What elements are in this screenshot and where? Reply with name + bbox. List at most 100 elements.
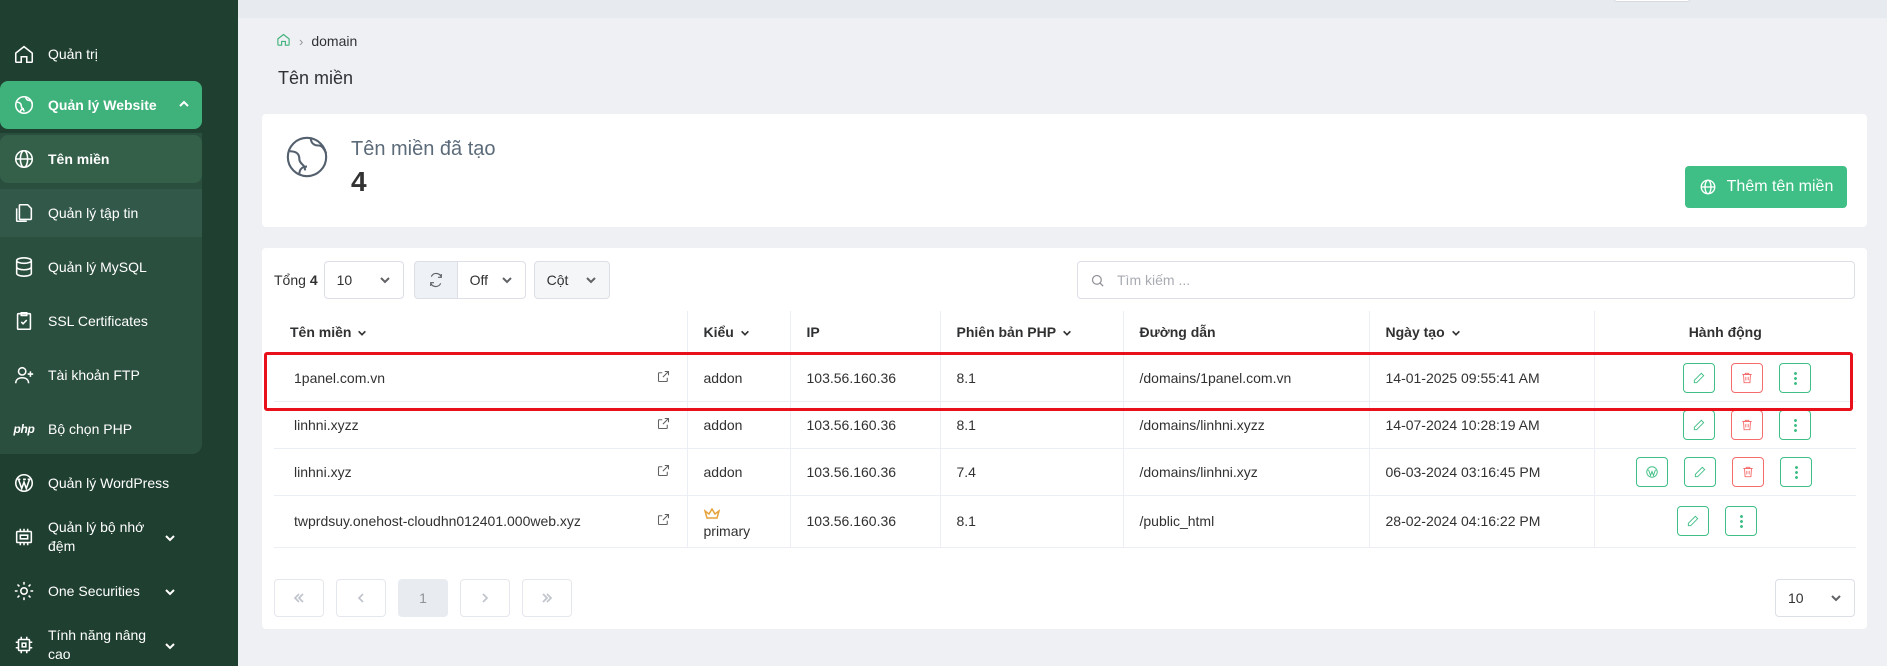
ip-cell: 103.56.160.36 bbox=[789, 448, 940, 496]
gear-icon bbox=[12, 579, 36, 603]
sidebar-item-label: Bộ chọn PHP bbox=[48, 421, 133, 437]
first-page-button[interactable] bbox=[274, 579, 324, 617]
memory-icon bbox=[12, 525, 36, 549]
edit-button[interactable] bbox=[1683, 409, 1716, 440]
trash-icon bbox=[1743, 466, 1753, 477]
chevron-down-icon bbox=[501, 277, 512, 284]
page-button-current[interactable]: 1 bbox=[398, 579, 448, 617]
sidebar-item-label: Quản lý WordPress bbox=[48, 475, 170, 491]
domain-name: twprdsuy.onehost-cloudhn012401.000web.xy… bbox=[294, 513, 581, 529]
globe-outline-icon bbox=[12, 93, 36, 117]
chevron-down-icon bbox=[740, 325, 750, 341]
table-row: 1panel.com.vn addon 103.56.160.36 8.1 /d… bbox=[274, 354, 1856, 402]
header-label: Ngày tạo bbox=[1385, 323, 1445, 340]
last-page-button[interactable] bbox=[522, 579, 572, 617]
page-size-select[interactable]: 10 bbox=[323, 261, 404, 299]
add-domain-button[interactable]: Thêm tên miền bbox=[1685, 166, 1847, 208]
more-button[interactable] bbox=[1779, 362, 1812, 393]
refresh-button[interactable] bbox=[413, 261, 458, 299]
more-button[interactable] bbox=[1780, 456, 1813, 487]
sidebar-item-mysql[interactable]: Quản lý MySQL bbox=[0, 243, 202, 291]
chevron-down-icon bbox=[379, 277, 390, 284]
total-value: 4 bbox=[309, 272, 318, 288]
edit-icon bbox=[1695, 466, 1706, 477]
sidebar-item-cache[interactable]: Quản lý bộ nhớ đệm bbox=[0, 513, 202, 561]
sidebar-item-php[interactable]: php Bộ chọn PHP bbox=[0, 405, 202, 453]
more-button[interactable] bbox=[1779, 409, 1812, 440]
auto-refresh-select[interactable]: Off bbox=[457, 261, 526, 299]
sidebar-item-label: Tính năng nâng cao bbox=[48, 627, 147, 662]
sidebar-item-files[interactable]: Quản lý tập tin bbox=[0, 189, 202, 237]
column-header-domain[interactable]: Tên miền bbox=[274, 311, 687, 355]
pagination-size-value: 10 bbox=[1788, 590, 1804, 606]
sidebar-item-website[interactable]: Quản lý Website bbox=[0, 81, 202, 129]
domain-cell: linhni.xyz bbox=[274, 448, 687, 496]
user-plus-icon bbox=[12, 363, 36, 387]
more-vertical-icon bbox=[1739, 514, 1743, 528]
sidebar-item-advanced[interactable]: Tính năng nâng cao bbox=[0, 621, 202, 666]
ip-cell: 103.56.160.36 bbox=[789, 354, 940, 402]
trash-icon bbox=[1742, 372, 1752, 383]
sidebar-item-label: SSL Certificates bbox=[48, 313, 148, 329]
external-link-icon[interactable] bbox=[652, 369, 671, 387]
table-row: linhni.xyz addon 103.56.160.36 7.4 /doma… bbox=[274, 448, 1856, 496]
files-icon bbox=[12, 201, 36, 225]
sidebar-item-security[interactable]: One Securities bbox=[0, 567, 202, 615]
refresh-icon bbox=[429, 272, 442, 288]
edit-button[interactable] bbox=[1684, 456, 1717, 487]
sidebar-item-ftp[interactable]: Tài khoản FTP bbox=[0, 351, 202, 399]
chevron-up-icon bbox=[178, 97, 189, 107]
top-bar bbox=[238, 0, 1887, 18]
next-page-button[interactable] bbox=[460, 579, 510, 617]
chevron-down-icon bbox=[357, 325, 367, 341]
column-header-actions: Hành động bbox=[1593, 311, 1856, 355]
edit-icon bbox=[1694, 372, 1705, 383]
external-link-icon[interactable] bbox=[652, 512, 671, 530]
more-button[interactable] bbox=[1725, 506, 1758, 536]
column-header-type[interactable]: Kiểu bbox=[686, 311, 790, 355]
chevron-down-icon bbox=[585, 277, 596, 284]
edit-button[interactable] bbox=[1683, 362, 1716, 393]
wordpress-button[interactable] bbox=[1636, 456, 1669, 487]
delete-button[interactable] bbox=[1731, 409, 1764, 440]
sidebar-item-admin[interactable]: Quản trị bbox=[0, 30, 202, 78]
edit-button[interactable] bbox=[1677, 506, 1710, 536]
external-link-icon[interactable] bbox=[652, 416, 671, 434]
sidebar-item-label: Quản lý tập tin bbox=[48, 205, 139, 221]
pagination-size-select[interactable]: 10 bbox=[1775, 579, 1855, 617]
chevron-down-icon bbox=[1831, 595, 1841, 602]
double-chevron-left-icon bbox=[293, 593, 304, 603]
domain-cell: 1panel.com.vn bbox=[274, 354, 687, 402]
sidebar-item-wordpress[interactable]: Quản lý WordPress bbox=[0, 459, 202, 507]
created-cell: 06-03-2024 03:16:45 PM bbox=[1368, 448, 1594, 496]
external-link-icon[interactable] bbox=[652, 463, 671, 481]
delete-button[interactable] bbox=[1732, 456, 1765, 487]
column-header-created[interactable]: Ngày tạo bbox=[1368, 311, 1594, 355]
globe-outline-icon bbox=[284, 134, 330, 180]
clipboard-check-icon bbox=[12, 309, 36, 333]
chevron-down-icon bbox=[1451, 325, 1461, 341]
columns-select[interactable]: Cột bbox=[533, 261, 610, 299]
prev-page-button[interactable] bbox=[336, 579, 386, 617]
home-icon[interactable] bbox=[276, 32, 291, 50]
column-header-path: Đường dẫn bbox=[1122, 311, 1369, 355]
domains-table-card: Tổng 4 10 Off Cột Tên miền Kiểu bbox=[262, 248, 1867, 629]
chip-icon bbox=[12, 633, 36, 657]
sidebar-item-label: Quản lý MySQL bbox=[48, 259, 147, 275]
header-button[interactable] bbox=[1613, 0, 1691, 2]
more-vertical-icon bbox=[1793, 417, 1797, 432]
actions-cell bbox=[1593, 401, 1856, 449]
domain-count-card: Tên miền đã tạo 4 Thêm tên miền bbox=[262, 114, 1867, 227]
sidebar-item-domains[interactable]: Tên miền bbox=[0, 135, 202, 183]
sidebar-item-ssl[interactable]: SSL Certificates bbox=[0, 297, 202, 345]
sidebar-item-label: One Securities bbox=[48, 583, 140, 599]
globe-icon bbox=[12, 147, 36, 171]
actions-cell bbox=[1593, 448, 1856, 496]
type-value: primary bbox=[703, 523, 751, 539]
search-input[interactable] bbox=[1117, 272, 1817, 288]
header-label: Hành động bbox=[1688, 324, 1762, 341]
delete-button[interactable] bbox=[1731, 362, 1764, 393]
column-header-php[interactable]: Phiên bản PHP bbox=[939, 311, 1123, 355]
php-icon: php bbox=[13, 422, 35, 436]
created-cell: 14-07-2024 10:28:19 AM bbox=[1368, 401, 1594, 449]
